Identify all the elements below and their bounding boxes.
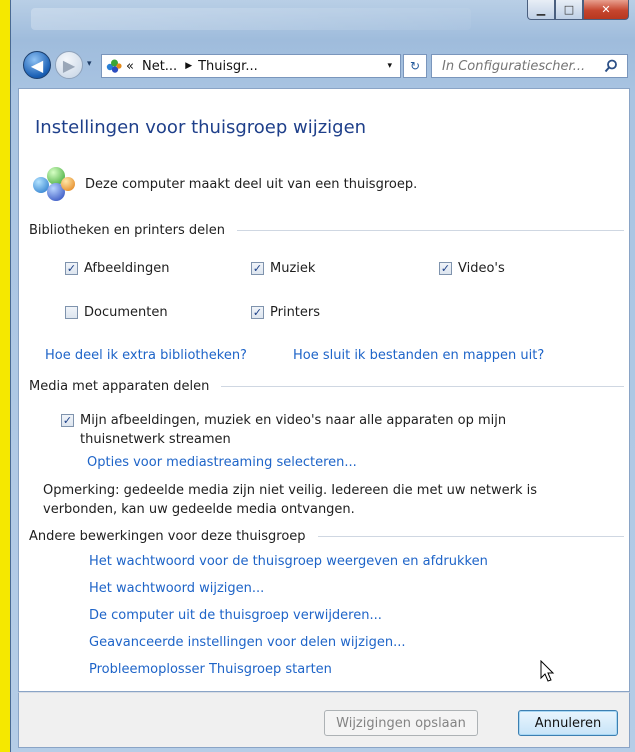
address-overflow[interactable]: « [126, 59, 134, 74]
content-pane: Instellingen voor thuisgroep wijzigen De… [18, 88, 630, 692]
media-security-note: Opmerking: gedeelde media zijn niet veil… [43, 483, 538, 517]
media-heading: Media met apparaten delen [29, 379, 210, 394]
section-divider [317, 536, 624, 537]
homegroup-status: Deze computer maakt deel uit van een thu… [33, 167, 417, 201]
checkbox-media-streaming[interactable]: ✓ Mijn afbeeldingen, muziek en video's n… [61, 411, 580, 449]
checkbox-box[interactable] [65, 306, 78, 319]
checkbox-label[interactable]: Documenten [84, 305, 168, 320]
media-section-header: Media met apparaten delen [29, 379, 624, 394]
other-section-header: Andere bewerkingen voor deze thuisgroep [29, 529, 624, 544]
title-bar [31, 8, 471, 30]
recent-pages-dropdown-icon[interactable]: ▾ [87, 59, 92, 69]
minimize-button[interactable]: ▁ [527, 0, 555, 20]
link-change-password[interactable]: Het wachtwoord wijzigen... [89, 581, 264, 596]
libraries-section-header: Bibliotheken en printers delen [29, 223, 624, 238]
caption-buttons: ▁ □ ✕ [527, 0, 629, 20]
checkbox-label[interactable]: Mijn afbeeldingen, muziek en video's naa… [80, 411, 580, 449]
checkbox-label[interactable]: Afbeeldingen [84, 261, 169, 276]
checkbox-box[interactable]: ✓ [251, 306, 264, 319]
link-media-streaming-options[interactable]: Opties voor mediastreaming selecteren... [87, 455, 357, 470]
cancel-button[interactable]: Annuleren [518, 710, 618, 736]
homegroup-icon [33, 167, 75, 201]
search-input[interactable] [440, 57, 604, 75]
navigation-bar: ◀ ▶ ▾ « Net... ▶ Thuisgr... ▾ ↻ [11, 46, 635, 86]
address-bar[interactable]: « Net... ▶ Thuisgr... ▾ [101, 54, 401, 78]
checkbox-printers[interactable]: ✓ Printers [251, 305, 320, 320]
breadcrumb-homegroup[interactable]: Thuisgr... [198, 59, 258, 74]
maximize-button[interactable]: □ [555, 0, 583, 20]
forward-button[interactable]: ▶ [55, 51, 83, 79]
link-share-extra-libraries[interactable]: Hoe deel ik extra bibliotheken? [45, 348, 247, 363]
link-advanced-sharing[interactable]: Geavanceerde instellingen voor delen wij… [89, 635, 405, 650]
breadcrumb-network[interactable]: Net... [142, 59, 177, 74]
breadcrumb-separator-icon[interactable]: ▶ [185, 61, 192, 71]
checkbox-music[interactable]: ✓ Muziek [251, 261, 315, 276]
other-heading: Andere bewerkingen voor deze thuisgroep [29, 529, 306, 544]
page-title: Instellingen voor thuisgroep wijzigen [35, 117, 367, 138]
link-exclude-files[interactable]: Hoe sluit ik bestanden en mappen uit? [293, 348, 544, 363]
checkbox-box[interactable]: ✓ [439, 262, 452, 275]
checkbox-videos[interactable]: ✓ Video's [439, 261, 505, 276]
checkbox-label[interactable]: Muziek [270, 261, 315, 276]
section-divider [237, 230, 624, 231]
checkbox-label[interactable]: Printers [270, 305, 320, 320]
link-leave-homegroup[interactable]: De computer uit de thuisgroep verwijdere… [89, 608, 382, 623]
checkbox-pictures[interactable]: ✓ Afbeeldingen [65, 261, 169, 276]
close-button[interactable]: ✕ [583, 0, 629, 20]
save-changes-button[interactable]: Wijzigingen opslaan [324, 710, 478, 736]
refresh-button[interactable]: ↻ [403, 54, 427, 78]
link-view-print-password[interactable]: Het wachtwoord voor de thuisgroep weerge… [89, 554, 488, 569]
checkbox-box[interactable]: ✓ [65, 262, 78, 275]
search-icon[interactable] [604, 59, 618, 73]
mouse-cursor-icon [540, 660, 555, 682]
address-dropdown-icon[interactable]: ▾ [387, 61, 392, 71]
libraries-heading: Bibliotheken en printers delen [29, 223, 225, 238]
checkbox-box[interactable]: ✓ [61, 414, 74, 427]
dialog-footer: Wijzigingen opslaan Annuleren [18, 692, 630, 748]
search-box[interactable] [431, 54, 628, 78]
checkbox-documents[interactable]: Documenten [65, 305, 168, 320]
back-button[interactable]: ◀ [23, 51, 51, 79]
link-homegroup-troubleshooter[interactable]: Probleemoplosser Thuisgroep starten [89, 662, 332, 677]
homegroup-status-text: Deze computer maakt deel uit van een thu… [85, 176, 418, 192]
homegroup-small-icon [106, 59, 122, 73]
checkbox-box[interactable]: ✓ [251, 262, 264, 275]
section-divider [221, 386, 624, 387]
explorer-window: ▁ □ ✕ ◀ ▶ ▾ « Net... ▶ Thuisgr... ▾ ↻ In… [10, 0, 635, 752]
checkbox-label[interactable]: Video's [458, 261, 505, 276]
